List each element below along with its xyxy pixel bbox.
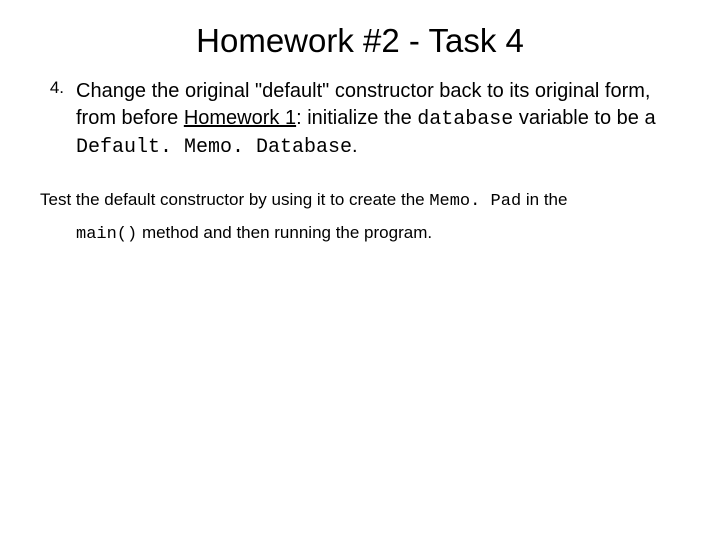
code-memopad: Memo. Pad [429, 192, 521, 211]
test-text-3: method and then running the program. [137, 223, 432, 242]
item-text-2: : initialize the [296, 107, 417, 129]
item-text-3: variable to be a [513, 107, 655, 129]
item-number: 4. [40, 78, 64, 98]
page-title: Homework #2 - Task 4 [40, 22, 680, 60]
code-main: main() [76, 225, 137, 244]
item-content: Change the original "default" constructo… [76, 78, 680, 161]
code-defaultmemodatabase: Default. Memo. Database [76, 136, 352, 159]
test-text-2: in the [521, 190, 567, 209]
homework-link[interactable]: Homework 1 [184, 107, 296, 129]
code-database: database [417, 108, 513, 131]
task-item: 4. Change the original "default" constru… [40, 78, 680, 161]
test-text-1: Test the default constructor by using it… [40, 190, 429, 209]
item-text-4: . [352, 135, 358, 157]
test-paragraph: Test the default constructor by using it… [40, 185, 680, 250]
